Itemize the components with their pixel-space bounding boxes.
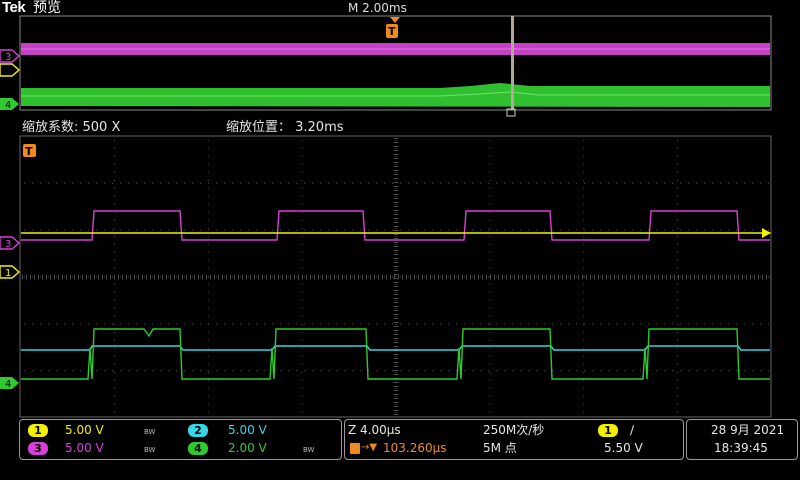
svg-text:T: T <box>388 25 396 38</box>
ch1-badge[interactable]: 1 <box>28 424 48 437</box>
ch3-scale: 5.00 V <box>65 441 104 455</box>
ch4-scale: 2.00 V <box>228 441 267 455</box>
time-display: 18:39:45 <box>714 441 768 455</box>
ch3-bandwidth-icon: BW <box>144 446 156 454</box>
ch1-overview-marker[interactable] <box>0 63 21 77</box>
ch4-overview-marker[interactable]: 4 <box>0 98 19 111</box>
ch4-badge[interactable]: 4 <box>188 442 208 455</box>
trigger-position-arrow: →▼ <box>361 442 378 453</box>
zoom-trigger-marker[interactable]: T <box>23 144 36 158</box>
svg-text:4: 4 <box>5 100 11 111</box>
svg-text:3: 3 <box>5 52 11 63</box>
svg-text:T: T <box>25 145 33 158</box>
timebase-trigger-panel[interactable]: Z 4.00µs →▼ 103.260µs 250M次/秒 5M 点 1 ∕ 5… <box>344 419 684 460</box>
sample-rate: 250M次/秒 <box>483 423 545 437</box>
zoom-time-scale: Z 4.00µs <box>348 423 401 437</box>
svg-text:4: 4 <box>5 379 11 390</box>
ch2-scale: 5.00 V <box>228 423 267 437</box>
record-length: 5M 点 <box>483 441 517 455</box>
tek-logo: Tek <box>2 0 26 16</box>
ch1-scale: 5.00 V <box>65 423 104 437</box>
datetime-panel: 28 9月 2021 18:39:45 <box>686 419 798 460</box>
overview-zoom-region <box>511 16 514 110</box>
trigger-position-value: 103.260µs <box>383 441 447 455</box>
trigger-level: 5.50 V <box>604 441 643 455</box>
ch4-offset-marker[interactable]: 4 <box>0 377 19 390</box>
date-display: 28 9月 2021 <box>711 423 785 437</box>
ch4-bandwidth-icon: BW <box>303 446 315 454</box>
trigger-slope-icon: ∕ <box>630 423 635 437</box>
zoom-factor: 缩放系数: 500 X <box>22 120 121 135</box>
ch1-offset-marker[interactable]: 1 <box>0 265 21 279</box>
oscilloscope-screen: 3 4 3 1 4 T T <box>0 15 772 418</box>
time-per-division[interactable]: M 2.00ms <box>348 1 407 15</box>
trigger-position-icon <box>350 443 360 454</box>
ch1-bandwidth-icon: BW <box>144 428 156 436</box>
ch3-offset-marker[interactable]: 3 <box>0 236 21 250</box>
zoom-position: 缩放位置： 3.20ms <box>226 120 344 135</box>
trigger-source-badge[interactable]: 1 <box>598 424 618 437</box>
channel-settings-panel[interactable]: 1 5.00 V BW 2 5.00 V 3 5.00 V BW 4 2.00 … <box>19 419 342 460</box>
ch3-badge[interactable]: 3 <box>28 442 48 455</box>
svg-text:1: 1 <box>5 268 11 279</box>
svg-text:3: 3 <box>5 239 11 250</box>
ch2-badge[interactable]: 2 <box>188 424 208 437</box>
preview-label: 预览 <box>33 0 61 16</box>
ch3-overview-marker[interactable]: 3 <box>0 49 21 63</box>
